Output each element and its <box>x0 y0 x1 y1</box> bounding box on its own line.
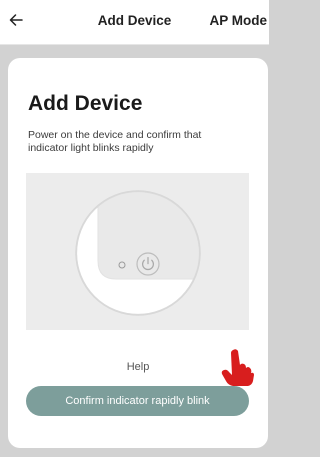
instructions-text: Power on the device and confirm that ind… <box>28 129 202 154</box>
confirm-blink-button[interactable]: Confirm indicator rapidly blink <box>26 386 249 416</box>
add-device-sheet: Add Device Power on the device and confi… <box>8 58 268 448</box>
top-bar: Add Device AP Mode <box>0 0 269 45</box>
ap-mode-button[interactable]: AP Mode <box>209 13 267 28</box>
device-illustration <box>26 173 249 330</box>
pointing-hand-icon <box>221 349 254 386</box>
sheet-heading: Add Device <box>28 92 143 115</box>
